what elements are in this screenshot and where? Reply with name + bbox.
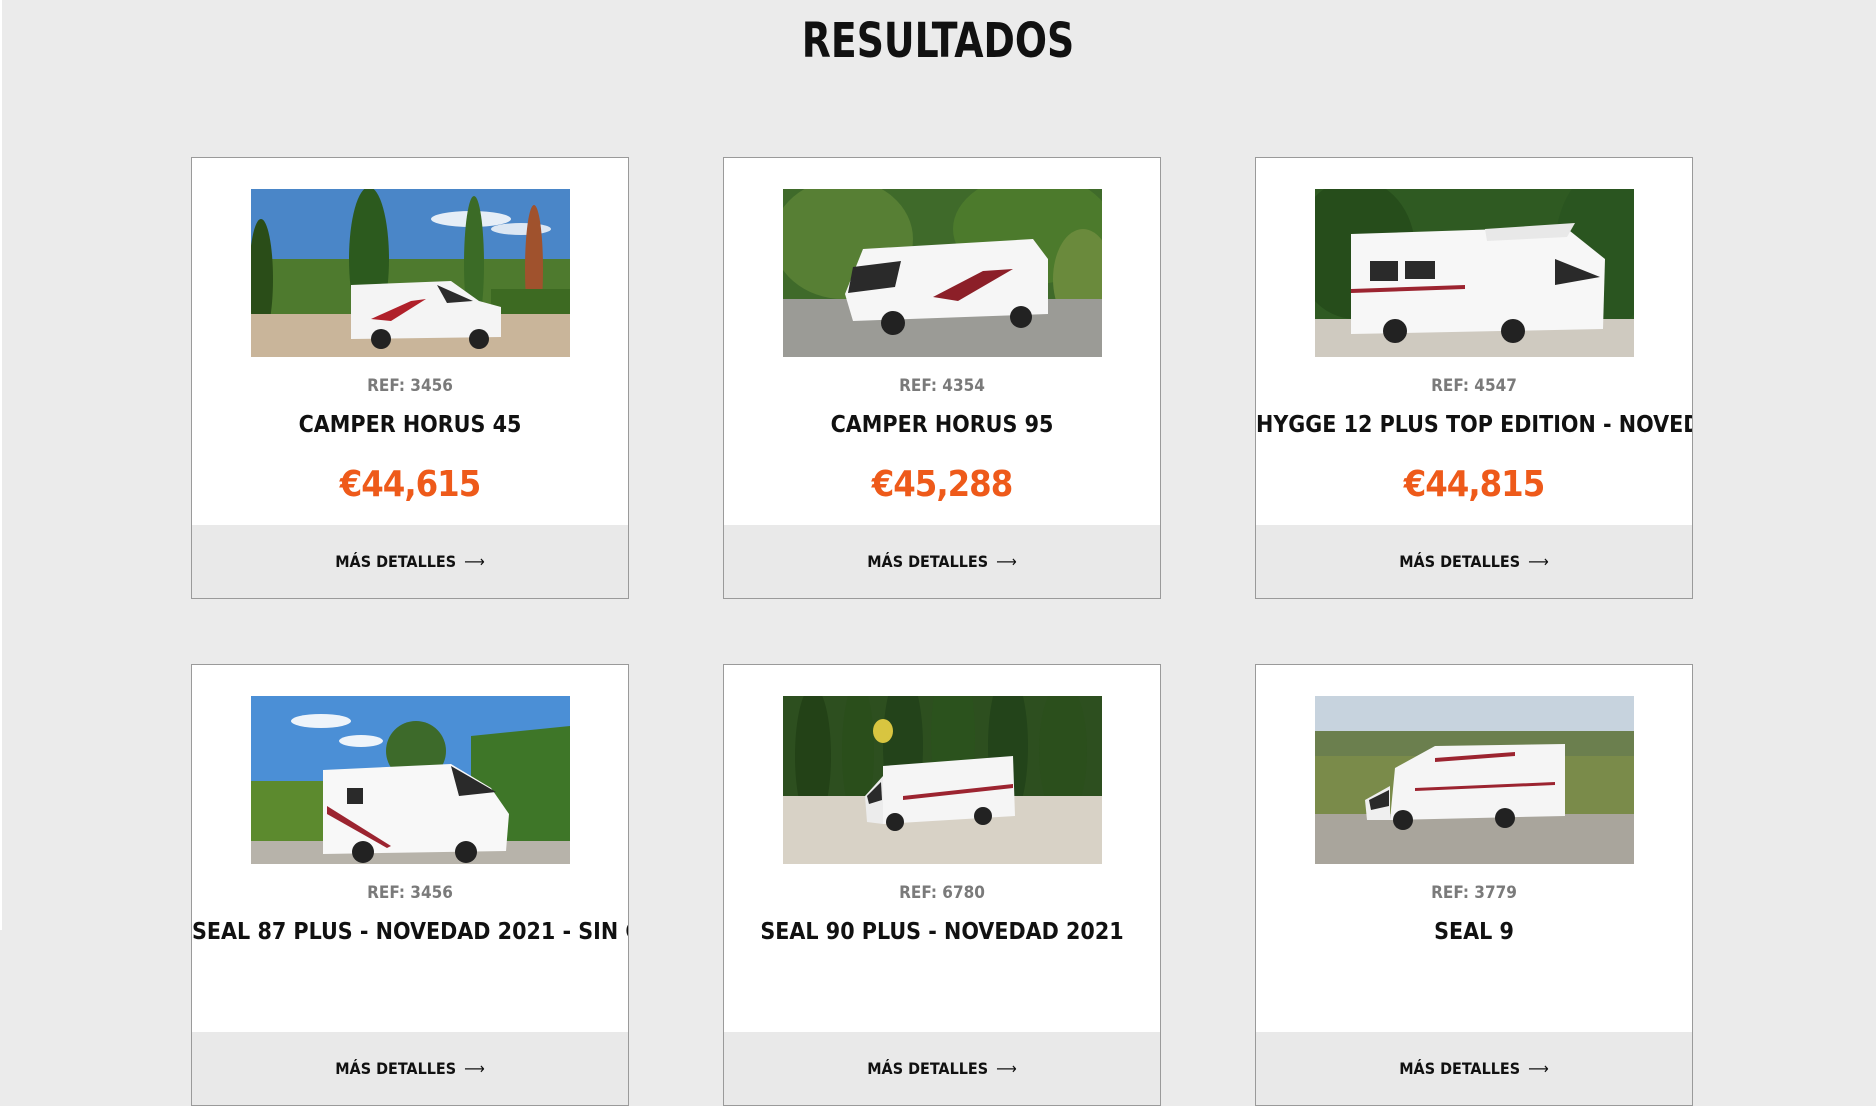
vehicle-photo[interactable] bbox=[251, 189, 570, 357]
more-details-button[interactable]: MÁS DETALLES ⟶ bbox=[1256, 1032, 1692, 1105]
vehicle-name[interactable]: SEAL 87 PLUS - NOVEDAD 2021 - SIN CAMA F… bbox=[192, 919, 628, 945]
vehicle-ref: REF: 4547 bbox=[1431, 376, 1517, 396]
vehicle-name[interactable]: CAMPER HORUS 95 bbox=[724, 412, 1160, 438]
vehicle-photo[interactable] bbox=[783, 696, 1102, 864]
vehicle-price: €44,615 bbox=[339, 464, 482, 505]
arrow-right-icon: ⟶ bbox=[1528, 552, 1549, 571]
more-details-button[interactable]: MÁS DETALLES ⟶ bbox=[192, 525, 628, 598]
vehicle-card[interactable]: REF: 3779 SEAL 9 MÁS DETALLES ⟶ bbox=[1255, 664, 1693, 1106]
vehicle-photo[interactable] bbox=[1315, 189, 1634, 357]
arrow-right-icon: ⟶ bbox=[464, 552, 485, 571]
vehicle-ref: REF: 3456 bbox=[367, 883, 453, 903]
results-grid: REF: 3456 CAMPER HORUS 45 €44,615 MÁS DE… bbox=[0, 0, 1876, 1106]
more-details-label: MÁS DETALLES bbox=[1399, 1059, 1521, 1078]
more-details-label: MÁS DETALLES bbox=[1399, 552, 1521, 571]
arrow-right-icon: ⟶ bbox=[1528, 1059, 1549, 1078]
more-details-button[interactable]: MÁS DETALLES ⟶ bbox=[1256, 525, 1692, 598]
vehicle-price: €45,288 bbox=[871, 464, 1014, 505]
vehicle-photo[interactable] bbox=[251, 696, 570, 864]
vehicle-photo[interactable] bbox=[783, 189, 1102, 357]
vehicle-card[interactable]: REF: 6780 SEAL 90 PLUS - NOVEDAD 2021 MÁ… bbox=[723, 664, 1161, 1106]
more-details-button[interactable]: MÁS DETALLES ⟶ bbox=[724, 525, 1160, 598]
vehicle-card[interactable]: REF: 4354 CAMPER HORUS 95 €45,288 MÁS DE… bbox=[723, 157, 1161, 599]
arrow-right-icon: ⟶ bbox=[464, 1059, 485, 1078]
vehicle-ref: REF: 6780 bbox=[899, 883, 985, 903]
vehicle-card[interactable]: REF: 3456 CAMPER HORUS 45 €44,615 MÁS DE… bbox=[191, 157, 629, 599]
more-details-label: MÁS DETALLES bbox=[867, 1059, 989, 1078]
vehicle-name[interactable]: CAMPER HORUS 45 bbox=[192, 412, 628, 438]
vehicle-card[interactable]: REF: 3456 SEAL 87 PLUS - NOVEDAD 2021 - … bbox=[191, 664, 629, 1106]
more-details-button[interactable]: MÁS DETALLES ⟶ bbox=[192, 1032, 628, 1105]
vehicle-ref: REF: 3456 bbox=[367, 376, 453, 396]
vehicle-price: €44,815 bbox=[1403, 464, 1546, 505]
vehicle-photo[interactable] bbox=[1315, 696, 1634, 864]
arrow-right-icon: ⟶ bbox=[996, 1059, 1017, 1078]
arrow-right-icon: ⟶ bbox=[996, 552, 1017, 571]
vehicle-name[interactable]: SEAL 90 PLUS - NOVEDAD 2021 bbox=[724, 919, 1160, 945]
vehicle-ref: REF: 3779 bbox=[1431, 883, 1517, 903]
vehicle-name[interactable]: HYGGE 12 PLUS TOP EDITION - NOVEDAD 2021 bbox=[1256, 412, 1692, 438]
vehicle-name[interactable]: SEAL 9 bbox=[1256, 919, 1692, 945]
more-details-label: MÁS DETALLES bbox=[335, 1059, 457, 1078]
more-details-button[interactable]: MÁS DETALLES ⟶ bbox=[724, 1032, 1160, 1105]
more-details-label: MÁS DETALLES bbox=[335, 552, 457, 571]
vehicle-ref: REF: 4354 bbox=[899, 376, 985, 396]
vehicle-card[interactable]: REF: 4547 HYGGE 12 PLUS TOP EDITION - NO… bbox=[1255, 157, 1693, 599]
more-details-label: MÁS DETALLES bbox=[867, 552, 989, 571]
